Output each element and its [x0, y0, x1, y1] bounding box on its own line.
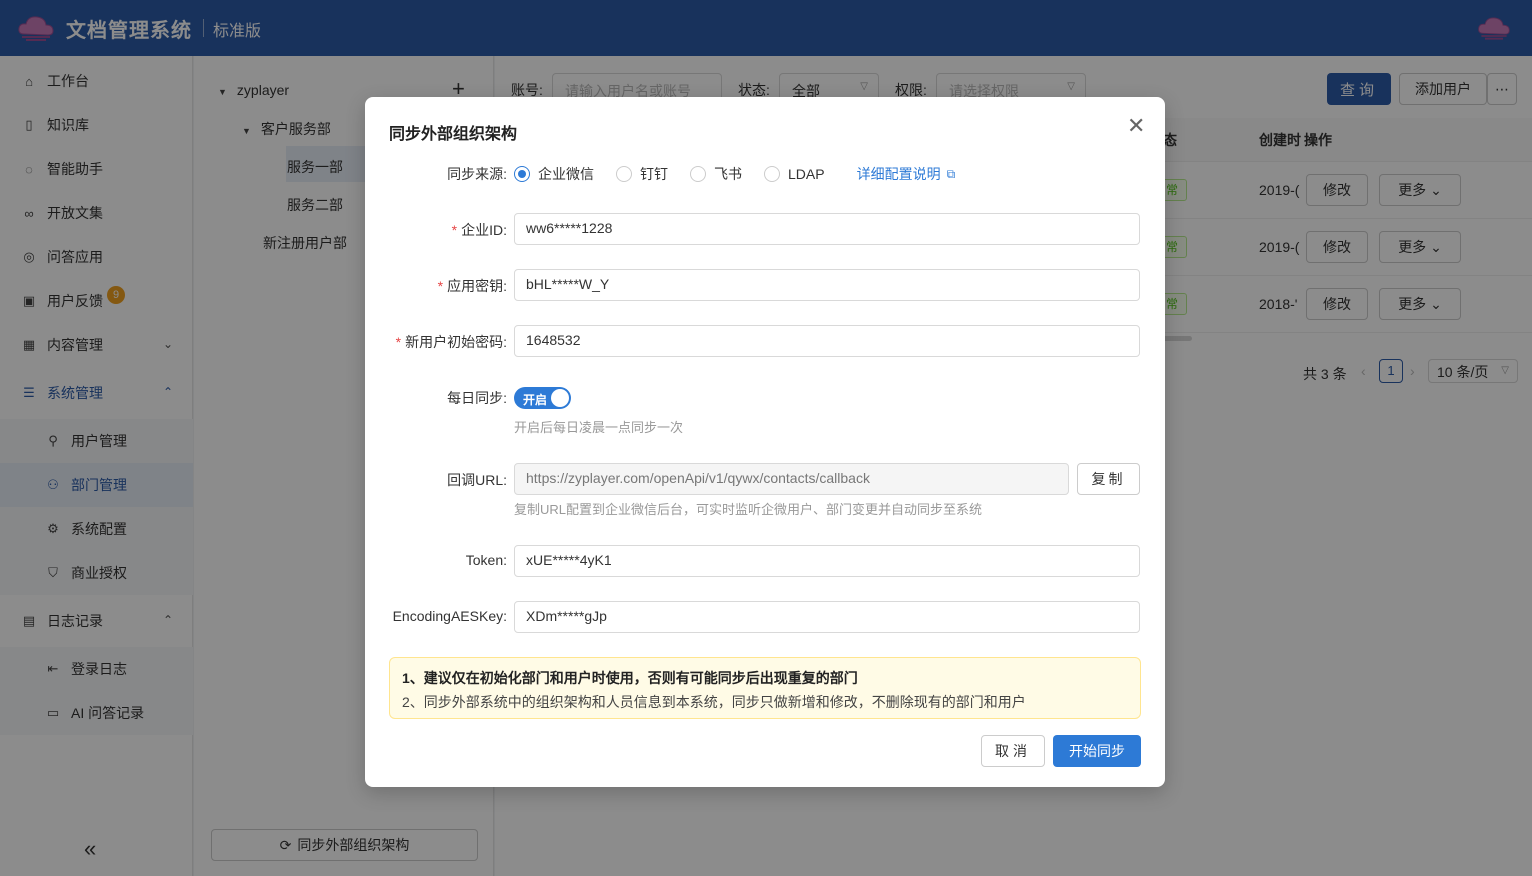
source-radio-group: 企业微信 钉钉 飞书 LDAP 详细配置说明 ⧉: [514, 164, 955, 184]
config-help-link[interactable]: 详细配置说明 ⧉: [857, 164, 956, 184]
warning-notice: 1、建议仅在初始化部门和用户时使用，否则有可能同步后出现重复的部门 2、同步外部…: [389, 657, 1141, 719]
token-label: Token:: [465, 552, 507, 568]
radio-unchecked-icon: [616, 166, 632, 182]
radio-wecom[interactable]: 企业微信: [514, 164, 594, 184]
copy-url-button[interactable]: 复制: [1077, 463, 1140, 495]
daily-sync-hint: 开启后每日凌晨一点同步一次: [514, 420, 684, 435]
modal-title: 同步外部组织架构: [389, 126, 518, 143]
notice-line-2: 2、同步外部系统中的组织架构和人员信息到本系统，同步只做新增和修改，不删除现有的…: [402, 694, 1026, 710]
cancel-button[interactable]: 取消: [981, 735, 1045, 767]
aes-key-input[interactable]: XDm*****gJp: [514, 601, 1140, 633]
callback-url-label: 回调URL:: [447, 472, 507, 488]
aes-key-label: EncodingAESKey:: [392, 608, 507, 624]
source-label: 同步来源:: [447, 166, 507, 182]
radio-unchecked-icon: [690, 166, 706, 182]
app-secret-input[interactable]: bHL*****W_Y: [514, 269, 1140, 301]
corp-id-label: * 企业ID:: [451, 222, 507, 238]
init-password-label: * 新用户初始密码:: [395, 334, 507, 350]
sync-org-modal: 同步外部组织架构 ✕ 同步来源: 企业微信 钉钉 飞书 LDAP 详细配置说明 ⧉…: [365, 97, 1165, 787]
close-icon[interactable]: ✕: [1127, 113, 1145, 139]
daily-sync-toggle[interactable]: 开启: [514, 387, 571, 409]
radio-checked-icon: [514, 166, 530, 182]
callback-hint: 复制URL配置到企业微信后台，可实时监听企微用户、部门变更并自动同步至系统: [514, 502, 983, 517]
radio-ldap[interactable]: LDAP: [764, 166, 825, 182]
callback-url-input[interactable]: https://zyplayer.com/openApi/v1/qywx/con…: [514, 463, 1069, 495]
notice-line-1: 1、建议仅在初始化部门和用户时使用，否则有可能同步后出现重复的部门: [402, 670, 858, 686]
radio-feishu[interactable]: 飞书: [690, 164, 742, 184]
external-link-icon: ⧉: [946, 166, 956, 181]
radio-unchecked-icon: [764, 166, 780, 182]
radio-dingtalk[interactable]: 钉钉: [616, 164, 668, 184]
daily-sync-label: 每日同步:: [447, 390, 507, 406]
toggle-knob: [551, 389, 569, 407]
start-sync-button[interactable]: 开始同步: [1053, 735, 1141, 767]
corp-id-input[interactable]: ww6*****1228: [514, 213, 1140, 245]
token-input[interactable]: xUE*****4yK1: [514, 545, 1140, 577]
app-secret-label: * 应用密钥:: [437, 278, 507, 294]
init-password-input[interactable]: 1648532: [514, 325, 1140, 357]
